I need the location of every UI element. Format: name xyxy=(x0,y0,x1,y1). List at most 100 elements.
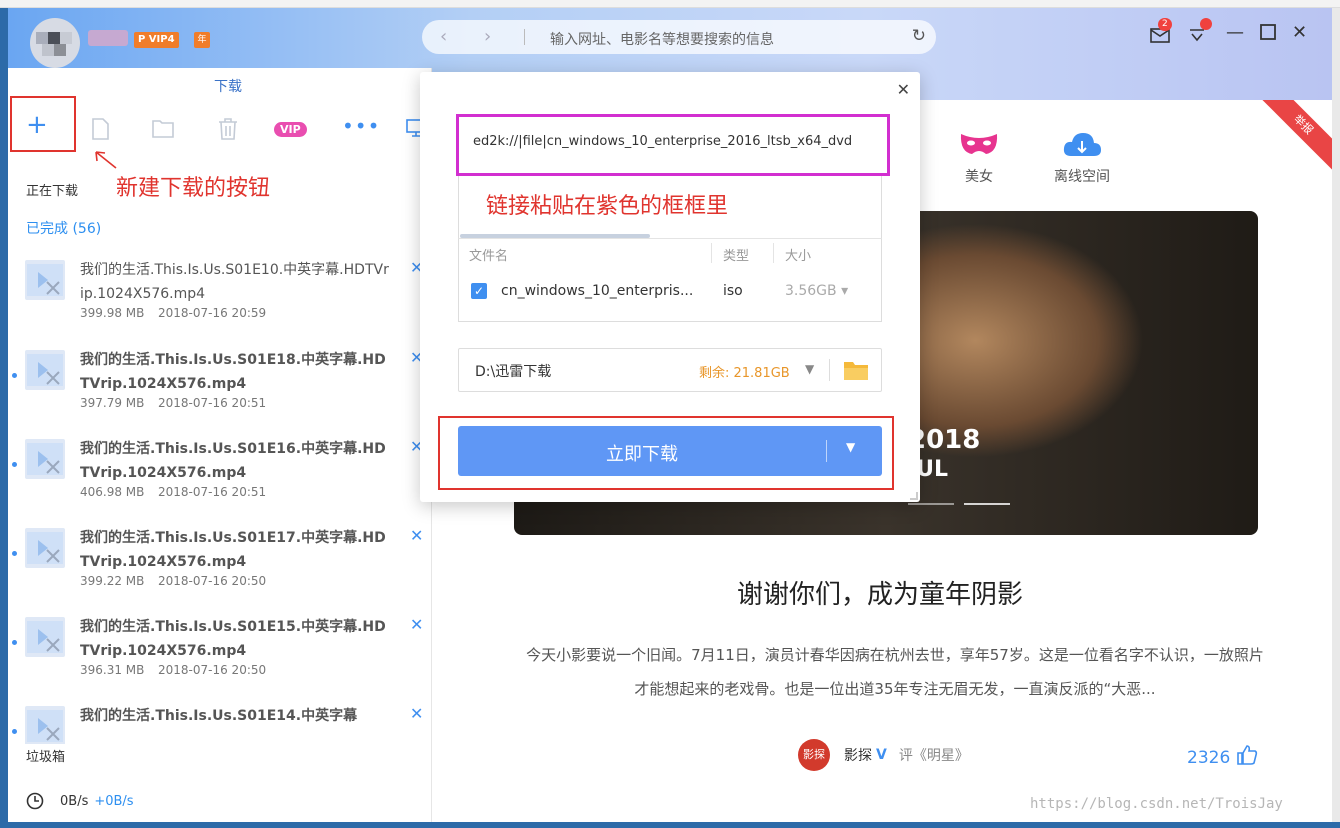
download-item-size: 397.79 MB xyxy=(80,396,145,410)
url-input-highlight xyxy=(456,114,890,176)
author-logo[interactable]: 影探 xyxy=(798,739,830,771)
download-item[interactable]: 我们的生活.This.Is.Us.S01E16.中英字幕.HDTVrip.102… xyxy=(8,437,432,519)
cloud-icon xyxy=(1063,133,1101,156)
article-summary[interactable]: 今天小影要说一个旧闻。7月11日，演员计春华因病在杭州去世，享年57岁。这是一位… xyxy=(520,638,1270,706)
category-offline-label: 离线空间 xyxy=(1054,169,1110,185)
resize-grip-icon[interactable] xyxy=(910,492,918,500)
speed-indicator: 0B/s +0B/s xyxy=(26,792,134,810)
download-item-name: 我们的生活.This.Is.Us.S01E15.中英字幕.HDTVrip.102… xyxy=(80,619,386,659)
remove-item-icon[interactable]: ✕ xyxy=(410,615,423,634)
category-beauty-label: 美女 xyxy=(965,169,993,185)
address-placeholder[interactable]: 输入网址、电影名等想要搜索的信息 xyxy=(550,29,774,49)
remove-item-icon[interactable]: ✕ xyxy=(410,704,423,723)
new-file-icon[interactable] xyxy=(90,118,110,144)
annotation-box-new-button xyxy=(10,96,76,152)
more-options-icon[interactable]: ••• xyxy=(342,114,380,138)
username-blurred xyxy=(88,30,128,46)
author-name[interactable]: 影探 xyxy=(844,745,872,765)
url-input[interactable] xyxy=(473,134,877,149)
save-path[interactable]: D:\迅雷下载 xyxy=(475,361,551,381)
new-item-dot xyxy=(12,373,17,378)
download-item-name: 我们的生活.This.Is.Us.S01E10.中英字幕.HDTVrip.102… xyxy=(80,262,389,302)
delete-icon[interactable] xyxy=(218,118,238,144)
download-now-label: 立即下载 xyxy=(606,444,678,465)
upload-speed: +0B/s xyxy=(94,793,134,809)
host-right-edge xyxy=(1332,8,1340,828)
file-size[interactable]: 3.56GB ▾ xyxy=(785,283,848,299)
like-count[interactable]: 2326 xyxy=(1187,744,1258,768)
update-dot-icon xyxy=(1200,18,1212,30)
chevron-down-icon[interactable]: ▼ xyxy=(846,440,855,454)
address-divider xyxy=(524,29,525,45)
col-divider xyxy=(773,243,774,263)
user-avatar[interactable] xyxy=(30,18,80,68)
download-item-date: 2018-07-16 20:50 xyxy=(158,574,267,588)
col-filename: 文件名 xyxy=(469,249,509,264)
mask-icon xyxy=(960,134,998,154)
browse-folder-icon[interactable] xyxy=(843,359,869,385)
download-item[interactable]: 我们的生活.This.Is.Us.S01E10.中英字幕.HDTVrip.102… xyxy=(8,258,432,340)
download-item[interactable]: 我们的生活.This.Is.Us.S01E17.中英字幕.HDTVrip.102… xyxy=(8,526,432,608)
tab-downloading[interactable]: 正在下载 xyxy=(26,180,78,199)
annotation-new-button-text: 新建下载的按钮 xyxy=(116,176,271,201)
file-type: iso xyxy=(723,283,743,299)
file-list-table: 文件名 类型 大小 ✓ cn_windows_10_enterpris... i… xyxy=(458,238,882,322)
category-offline-space[interactable]: 离线空间 xyxy=(1054,130,1110,186)
download-item-size: 396.31 MB xyxy=(80,663,145,677)
col-size: 大小 xyxy=(785,249,812,264)
panel-title: 下载 xyxy=(214,79,242,95)
download-item-name: 我们的生活.This.Is.Us.S01E16.中英字幕.HDTVrip.102… xyxy=(80,441,386,481)
tab-completed[interactable]: 已完成 (56) xyxy=(26,218,101,238)
download-now-button[interactable]: 立即下载 ▼ xyxy=(458,426,882,476)
back-arrow-icon[interactable]: ‹ xyxy=(440,26,447,47)
maximize-icon[interactable] xyxy=(1260,24,1276,45)
host-bookmark-bar xyxy=(0,0,1340,8)
download-item[interactable]: 我们的生活.This.Is.Us.S01E18.中英字幕.HDTVrip.102… xyxy=(8,348,432,430)
vip-acceleration-icon[interactable]: VIP xyxy=(274,122,307,137)
watermark: https://blog.csdn.net/TroisJay xyxy=(1030,796,1283,812)
address-bar[interactable]: ‹ › 输入网址、电影名等想要搜索的信息 ↻ xyxy=(422,20,936,54)
download-item[interactable]: 我们的生活.This.Is.Us.S01E15.中英字幕.HDTVrip.102… xyxy=(8,615,432,697)
button-divider xyxy=(826,440,827,462)
like-count-value: 2326 xyxy=(1187,748,1231,768)
download-item[interactable]: 我们的生活.This.Is.Us.S01E14.中英字幕 ✕ xyxy=(8,704,432,744)
thumbs-up-icon[interactable] xyxy=(1236,744,1258,766)
host-taskbar-edge xyxy=(0,822,1340,828)
dialog-close-icon[interactable]: ✕ xyxy=(897,80,910,99)
download-item-size: 399.22 MB xyxy=(80,574,145,588)
close-window-icon[interactable]: ✕ xyxy=(1292,22,1307,43)
download-item-size: 399.98 MB xyxy=(80,306,145,320)
category-beauty[interactable]: 美女 xyxy=(958,130,1000,186)
download-panel: 下载 + VIP ••• 新建下载的按钮 正在下载 已完成 (56) 我们的生活… xyxy=(8,68,432,822)
save-location-row[interactable]: D:\迅雷下载 剩余: 21.81GB ▼ xyxy=(458,348,882,392)
refresh-icon[interactable]: ↻ xyxy=(912,26,926,46)
new-item-dot xyxy=(12,640,17,645)
report-tag-label: 举报 xyxy=(1262,100,1332,170)
minimize-icon[interactable]: — xyxy=(1226,22,1244,43)
file-name: cn_windows_10_enterpris... xyxy=(501,283,694,299)
report-corner-tag[interactable]: 举报 xyxy=(1262,100,1332,170)
open-folder-icon[interactable] xyxy=(152,118,174,142)
remove-item-icon[interactable]: ✕ xyxy=(410,526,423,545)
download-item-name: 我们的生活.This.Is.Us.S01E17.中英字幕.HDTVrip.102… xyxy=(80,530,386,570)
download-item-date: 2018-07-16 20:50 xyxy=(158,663,267,677)
new-task-dialog: ✕ 链接粘贴在紫色的框框里 文件名 类型 大小 ✓ cn_windows_10_… xyxy=(420,72,920,502)
host-left-edge xyxy=(0,8,8,828)
chevron-down-icon[interactable]: ▼ xyxy=(805,362,814,376)
banner-indicator[interactable] xyxy=(964,503,1010,505)
trash-bin[interactable]: 垃圾箱 xyxy=(26,746,65,765)
year-vip-badge: 年 xyxy=(194,32,210,48)
clock-icon xyxy=(26,792,44,810)
file-checkbox[interactable]: ✓ xyxy=(471,283,487,299)
video-file-icon xyxy=(25,439,65,479)
download-item-name: 我们的生活.This.Is.Us.S01E18.中英字幕.HDTVrip.102… xyxy=(80,352,386,392)
download-item-date: 2018-07-16 20:51 xyxy=(158,485,267,499)
forward-arrow-icon[interactable]: › xyxy=(484,26,491,47)
video-file-icon xyxy=(25,706,65,744)
article-title[interactable]: 谢谢你们，成为童年阴影 xyxy=(428,574,1332,611)
vip-badge[interactable]: P VIP4 xyxy=(134,32,179,48)
banner-indicator[interactable] xyxy=(908,503,954,505)
thunder-window: P VIP4 年 ‹ › 输入网址、电影名等想要搜索的信息 ↻ 2 — ✕ 美女 xyxy=(8,8,1332,822)
message-count-badge: 2 xyxy=(1158,18,1172,31)
download-item-date: 2018-07-16 20:51 xyxy=(158,396,267,410)
